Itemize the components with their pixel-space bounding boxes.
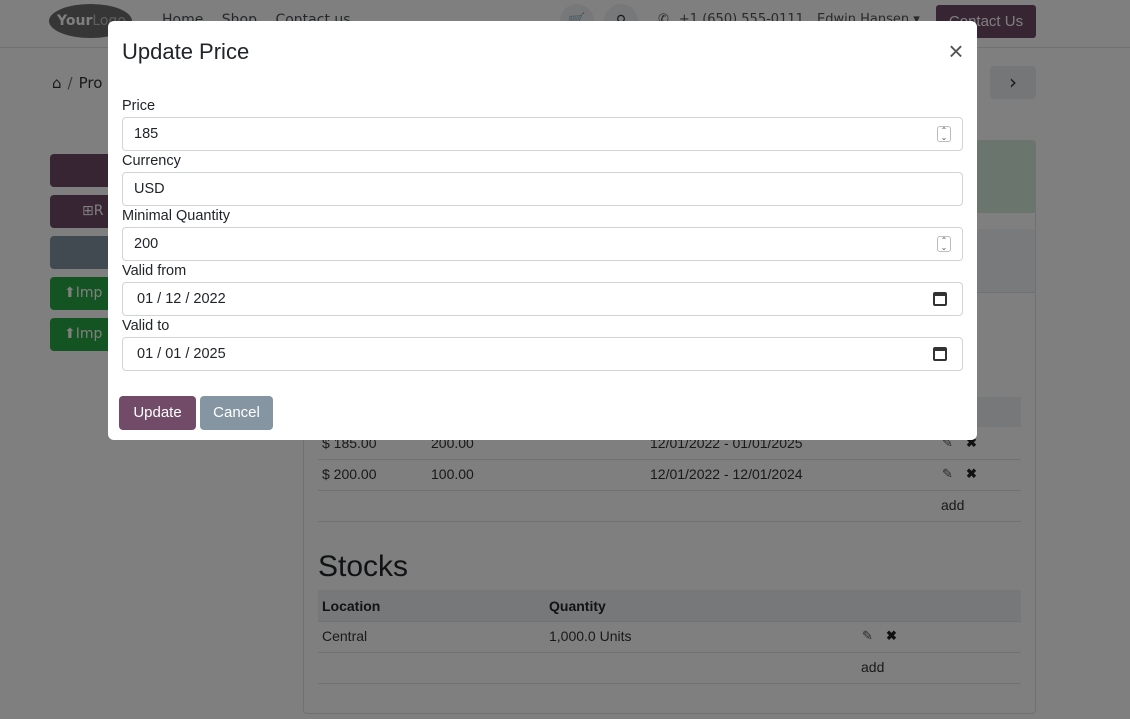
valid-from-value: 01 / 12 / 2022 — [137, 291, 226, 307]
close-icon[interactable]: × — [944, 38, 968, 64]
min-quantity-label: Minimal Quantity — [122, 208, 230, 224]
min-quantity-input[interactable]: 200 ⌃ ⌄ — [122, 227, 963, 261]
calendar-icon[interactable] — [933, 347, 947, 361]
update-price-dialog: Update Price × Price 185 ⌃ ⌄ Currency USD… — [108, 21, 977, 440]
cancel-button[interactable]: Cancel — [200, 396, 273, 430]
spinner-icon[interactable]: ⌃ ⌄ — [937, 126, 951, 142]
dialog-title: Update Price — [122, 39, 250, 64]
valid-from-label: Valid from — [122, 263, 187, 279]
price-value: 185 — [134, 126, 159, 142]
valid-from-input[interactable]: 01 / 12 / 2022 — [122, 282, 963, 316]
valid-to-value: 01 / 01 / 2025 — [137, 346, 226, 362]
min-quantity-value: 200 — [134, 236, 159, 252]
price-input[interactable]: 185 ⌃ ⌄ — [122, 117, 963, 151]
valid-to-label: Valid to — [122, 318, 170, 334]
currency-label: Currency — [122, 153, 181, 169]
update-button[interactable]: Update — [119, 396, 196, 430]
valid-to-input[interactable]: 01 / 01 / 2025 — [122, 337, 963, 371]
calendar-icon[interactable] — [933, 292, 947, 306]
price-label: Price — [122, 98, 156, 114]
currency-value: USD — [134, 181, 165, 197]
currency-input[interactable]: USD — [122, 172, 963, 206]
spinner-icon[interactable]: ⌃ ⌄ — [937, 236, 951, 252]
